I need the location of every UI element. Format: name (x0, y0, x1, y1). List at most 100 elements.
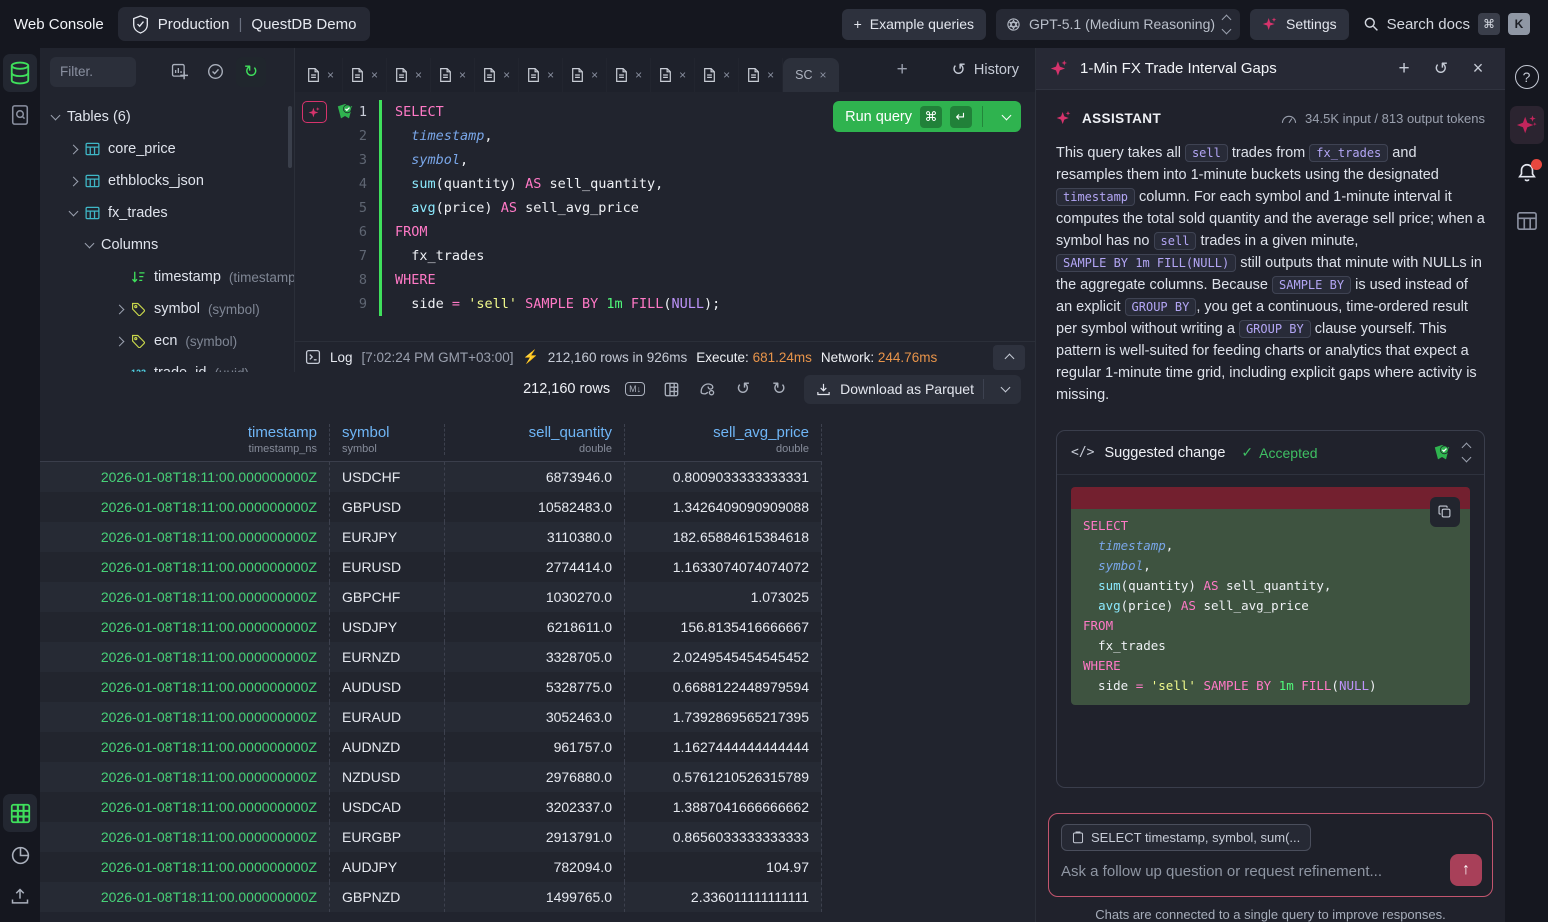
table-row[interactable]: 2026-01-08T18:11:00.000000000ZNZDUSD2976… (40, 762, 822, 792)
history-button[interactable]: ↺ History (952, 60, 1019, 80)
table-row[interactable]: 2026-01-08T18:11:00.000000000ZEURNZD3328… (40, 642, 822, 672)
query-tab[interactable]: × (519, 58, 563, 92)
query-tab[interactable]: × (299, 58, 343, 92)
model-selector[interactable]: GPT-5.1 (Medium Reasoning) (996, 9, 1240, 40)
settings-button[interactable]: Settings (1250, 9, 1349, 40)
query-tab[interactable]: × (431, 58, 475, 92)
query-tab[interactable]: × (563, 58, 607, 92)
close-tab-icon[interactable]: × (459, 68, 466, 82)
download-options-caret[interactable] (993, 377, 1017, 401)
close-tab-icon[interactable]: × (820, 68, 827, 82)
instance-badge[interactable]: Production | QuestDB Demo (118, 7, 371, 41)
close-tab-icon[interactable]: × (635, 68, 642, 82)
query-tab[interactable]: × (387, 58, 431, 92)
query-log-button[interactable] (3, 96, 37, 134)
chat-input[interactable] (1061, 863, 1431, 880)
tree-item-fx-trades[interactable]: fx_trades (40, 197, 294, 229)
tree-item-core-price[interactable]: core_price (40, 133, 294, 165)
help-button[interactable]: ? (1510, 58, 1544, 96)
table-row[interactable]: 2026-01-08T18:11:00.000000000ZGBPNZD1499… (40, 882, 822, 912)
chat-history-button[interactable]: ↺ (1428, 59, 1454, 79)
query-tab[interactable]: × (695, 58, 739, 92)
download-parquet-button[interactable]: Download as Parquet (804, 375, 1021, 404)
tree-item-symbol[interactable]: symbol (symbol) (40, 293, 294, 325)
copy-code-button[interactable] (1430, 497, 1460, 527)
close-tab-icon[interactable]: × (767, 68, 774, 82)
collapse-log-button[interactable] (993, 345, 1025, 370)
active-query-tab[interactable]: SC× (783, 58, 838, 92)
query-tab[interactable]: × (475, 58, 519, 92)
query-tab[interactable]: × (607, 58, 651, 92)
table-row[interactable]: 2026-01-08T18:11:00.000000000ZGBPCHF1030… (40, 582, 822, 612)
table-row[interactable]: 2026-01-08T18:11:00.000000000ZUSDJPY6218… (40, 612, 822, 642)
chat-input-box[interactable]: SELECT timestamp, symbol, sum(... ↑ (1048, 813, 1493, 897)
search-docs-button[interactable]: Search docs ⌘ K (1359, 13, 1534, 35)
column-header-sell_quantity[interactable]: sell_quantitydouble (445, 424, 625, 455)
tables-explorer-button[interactable] (3, 54, 37, 92)
new-chat-button[interactable]: + (1391, 58, 1417, 80)
column-header-timestamp[interactable]: timestamptimestamp_ns (40, 424, 330, 455)
ai-assist-button[interactable] (302, 101, 327, 123)
filter-input[interactable] (50, 57, 136, 87)
chat-scroll-area[interactable]: ASSISTANT 34.5K input / 813 output token… (1036, 90, 1505, 805)
close-tab-icon[interactable]: × (415, 68, 422, 82)
sql-editor[interactable]: 1SELECT2 timestamp,3 symbol,4 sum(quanti… (295, 92, 1035, 341)
table-row[interactable]: 2026-01-08T18:11:00.000000000ZEURUSD2774… (40, 552, 822, 582)
grid-columns-icon[interactable] (660, 381, 682, 398)
ai-panel-toggle[interactable] (1510, 106, 1544, 144)
send-button[interactable]: ↑ (1450, 854, 1482, 886)
tree-item-columns[interactable]: Columns (40, 229, 294, 261)
query-context-chip[interactable]: SELECT timestamp, symbol, sum(... (1061, 824, 1311, 851)
query-history-icon[interactable]: ↺ (732, 379, 754, 399)
tree-item-ecn[interactable]: ecn (symbol) (40, 325, 294, 357)
table-row[interactable]: 2026-01-08T18:11:00.000000000ZUSDCHF6873… (40, 462, 822, 492)
example-queries-button[interactable]: + Example queries (842, 9, 986, 40)
close-tab-icon[interactable]: × (503, 68, 510, 82)
query-tab[interactable]: × (739, 58, 783, 92)
column-header-sell_avg_price[interactable]: sell_avg_pricedouble (625, 424, 822, 455)
add-matview-icon[interactable] (164, 57, 194, 87)
run-query-button[interactable]: Run query ⌘ ↵ (833, 101, 1021, 132)
tree-item-ethblocks-json[interactable]: ethblocks_json (40, 165, 294, 197)
chart-builder-icon[interactable] (696, 380, 718, 398)
table-row[interactable]: 2026-01-08T18:11:00.000000000ZEURAUD3052… (40, 702, 822, 732)
query-tab[interactable]: × (343, 58, 387, 92)
query-tab[interactable]: × (651, 58, 695, 92)
database-icon (9, 61, 31, 85)
column-header-symbol[interactable]: symbolsymbol (330, 424, 445, 455)
return-key: ↵ (950, 106, 972, 128)
import-button[interactable] (3, 878, 37, 916)
close-tab-icon[interactable]: × (371, 68, 378, 82)
table-row[interactable]: 2026-01-08T18:11:00.000000000ZEURJPY3110… (40, 522, 822, 552)
markdown-export-icon[interactable]: M↓ (624, 382, 646, 396)
select-tables-icon[interactable] (200, 57, 230, 87)
run-options-caret[interactable] (993, 103, 1019, 130)
schema-panel-button[interactable] (1510, 202, 1544, 240)
close-tab-icon[interactable]: × (679, 68, 686, 82)
table-row[interactable]: 2026-01-08T18:11:00.000000000ZEURGBP2913… (40, 822, 822, 852)
close-tab-icon[interactable]: × (591, 68, 598, 82)
tree-item-trade-id[interactable]: 123trade_id (uuid) (40, 357, 294, 372)
close-tab-icon[interactable]: × (723, 68, 730, 82)
new-tab-button[interactable]: + (897, 59, 908, 81)
table-row[interactable]: 2026-01-08T18:11:00.000000000ZGBPUSD1058… (40, 492, 822, 522)
results-grid[interactable]: timestamptimestamp_nssymbolsymbolsell_qu… (40, 406, 822, 912)
table-row[interactable]: 2026-01-08T18:11:00.000000000ZAUDJPY7820… (40, 852, 822, 882)
log-label[interactable]: Log (330, 350, 353, 365)
sidebar-scrollbar[interactable] (288, 106, 292, 168)
tree-item-tables-6-[interactable]: Tables (6) (40, 101, 294, 133)
refresh-results-icon[interactable]: ↻ (768, 379, 790, 399)
close-tab-icon[interactable]: × (327, 68, 334, 82)
close-panel-button[interactable]: × (1465, 58, 1491, 79)
diff-code-line: WHERE (1083, 656, 1458, 676)
tree-item-timestamp[interactable]: timestamp (timestamp_ns) (40, 261, 294, 293)
grid-view-button[interactable] (3, 794, 37, 832)
table-row[interactable]: 2026-01-08T18:11:00.000000000ZAUDUSD5328… (40, 672, 822, 702)
expand-collapse-icon[interactable] (1463, 444, 1470, 461)
notifications-button[interactable] (1510, 154, 1544, 192)
table-row[interactable]: 2026-01-08T18:11:00.000000000ZUSDCAD3202… (40, 792, 822, 822)
chart-view-button[interactable] (3, 836, 37, 874)
refresh-tables-icon[interactable]: ↻ (236, 57, 266, 87)
close-tab-icon[interactable]: × (547, 68, 554, 82)
table-row[interactable]: 2026-01-08T18:11:00.000000000ZAUDNZD9617… (40, 732, 822, 762)
